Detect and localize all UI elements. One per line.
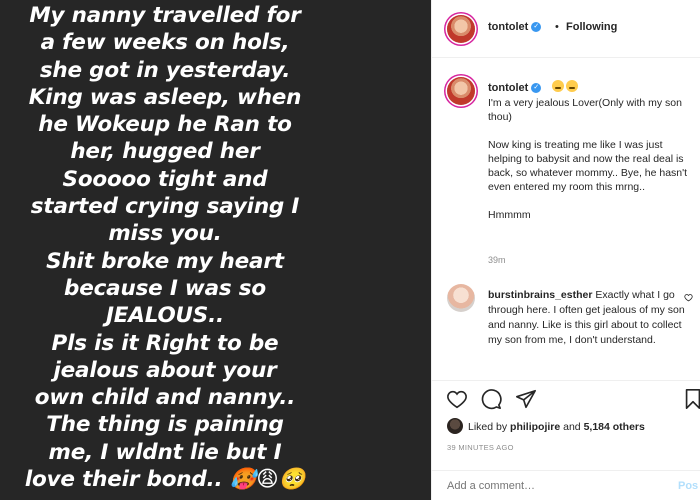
story-line: a few weeks on hols, [40, 30, 290, 56]
story-line: Pls is it Right to be [51, 330, 279, 356]
liker-avatar[interactable] [447, 418, 463, 434]
post-timestamp[interactable]: 39 MINUTES AGO [447, 443, 514, 452]
story-line: Shit broke my heart [46, 248, 284, 274]
divider [432, 380, 700, 381]
add-comment-input[interactable] [447, 480, 667, 492]
story-line: started crying saying I [30, 194, 300, 220]
bookmark-icon[interactable] [682, 388, 700, 410]
story-line: My nanny travelled for [29, 3, 301, 28]
story-line: jealous about your [53, 357, 277, 383]
comment-username[interactable]: burstinbrains_esther [488, 289, 592, 301]
pleading-face-emoji-icon [566, 80, 578, 93]
heart-icon[interactable] [446, 388, 468, 410]
story-line: The thing is paining [46, 412, 284, 438]
story-text: My nanny travelled for a few weeks on hol… [10, 2, 320, 493]
username-link[interactable]: tontolet ✓ [488, 21, 542, 33]
post-panel: tontolet ✓ • Following tontolet ✓ I'm a ve… [431, 0, 700, 500]
caption-text: I'm a very jealous Lover(Only with my so… [488, 96, 688, 236]
verified-badge-icon: ✓ [531, 22, 542, 33]
following-button[interactable]: Following [566, 21, 617, 33]
paper-plane-icon[interactable] [515, 388, 537, 410]
story-line: love their bond.. 🥵😩🥺 [24, 467, 306, 493]
sad-face-emoji-icon [552, 80, 564, 93]
caption-paragraph: Hmmmm [488, 209, 531, 221]
story-line: me, I wldnt lie but I [48, 439, 282, 465]
story-line: JEALOUS.. [105, 303, 224, 329]
comment-like-icon[interactable] [684, 293, 693, 305]
caption-avatar[interactable] [447, 77, 475, 105]
story-line: she got in yesterday. [39, 57, 291, 83]
story-line: he Wokeup he Ran to [38, 112, 292, 138]
story-line: miss you. [108, 221, 222, 247]
post-header: tontolet ✓ • Following [432, 0, 700, 58]
caption-paragraph: Now king is treating me like I was just … [488, 139, 688, 193]
separator-dot: • [555, 21, 559, 33]
story-line: because I was so [64, 275, 266, 301]
avatar[interactable] [447, 15, 475, 43]
story-image: My nanny travelled for a few weeks on hol… [0, 0, 431, 500]
caption-username[interactable]: tontolet ✓ [488, 82, 542, 94]
divider [432, 470, 700, 471]
likes-summary[interactable]: Liked by philipojire and 5,184 others [468, 421, 645, 433]
story-line: King was asleep, when [28, 84, 302, 110]
caption-paragraph: I'm a very jealous Lover(Only with my so… [488, 97, 682, 123]
story-line: own child and nanny.. [34, 385, 296, 411]
comment-avatar[interactable] [447, 284, 475, 312]
caption-timestamp[interactable]: 39m [488, 255, 506, 265]
story-line: Sooooo tight and [62, 166, 268, 192]
caption-emojis [552, 80, 580, 93]
verified-badge-icon: ✓ [531, 83, 542, 94]
post-button[interactable]: Pos [678, 480, 698, 492]
comment: burstinbrains_esther Exactly what I go t… [488, 288, 688, 348]
story-line: her, hugged her [70, 139, 260, 165]
comment-bubble-icon[interactable] [480, 388, 502, 410]
